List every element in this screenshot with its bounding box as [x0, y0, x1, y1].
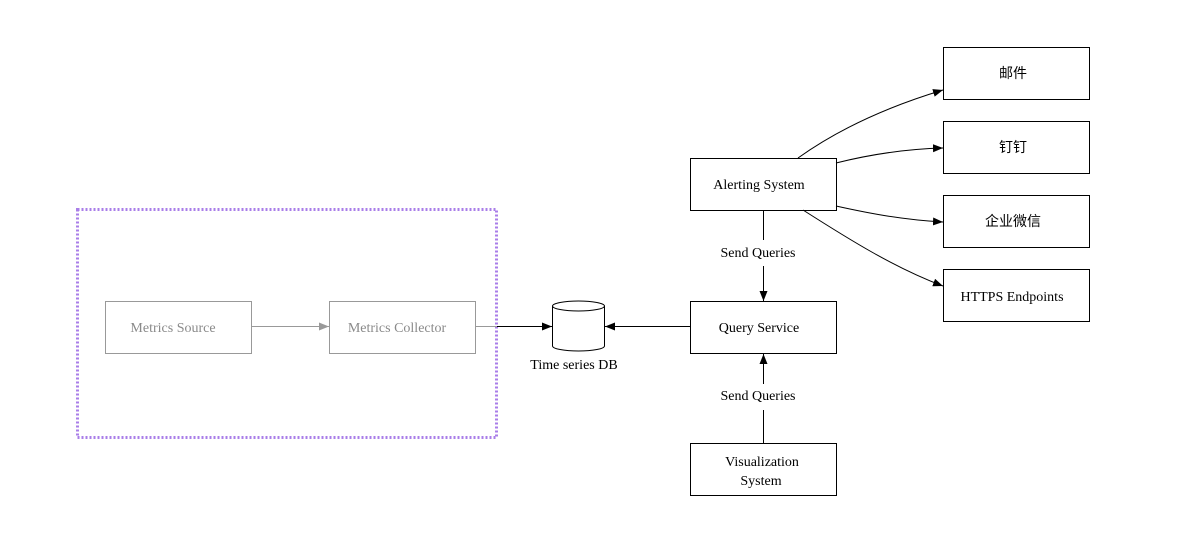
wecom-label: 企业微信: [985, 213, 1041, 230]
edge-label-visualization-query: Send Queries: [720, 389, 795, 404]
visualization-label-line2: System: [740, 474, 781, 489]
edge-alerting-to-https: [802, 209, 944, 287]
architecture-diagram: Metrics Source Metrics Collector Time se…: [76, 47, 1090, 496]
query-service-label: Query Service: [719, 321, 799, 336]
metrics-source-node[interactable]: Metrics Source: [105, 301, 252, 354]
metrics-source-label: Metrics Source: [130, 321, 215, 336]
edge-alerting-to-wecom: [835, 205, 944, 226]
alerting-system-node[interactable]: Alerting System: [690, 158, 837, 211]
alerting-system-label: Alerting System: [713, 178, 804, 193]
dingtalk-node[interactable]: 钉钉: [943, 121, 1090, 174]
tsdb-label: Time series DB: [530, 358, 617, 373]
edge-alerting-to-dingtalk: [835, 144, 944, 164]
tsdb-node[interactable]: Time series DB: [530, 300, 618, 373]
wecom-node[interactable]: 企业微信: [943, 195, 1090, 248]
metrics-collector-node[interactable]: Metrics Collector: [329, 301, 476, 354]
visualization-system-node[interactable]: Visualization System: [690, 443, 837, 496]
email-node[interactable]: 邮件: [943, 47, 1090, 100]
dingtalk-label: 钉钉: [999, 140, 1027, 156]
edge-alerting-to-email: [797, 89, 944, 159]
email-label: 邮件: [999, 66, 1027, 82]
https-endpoints-node[interactable]: HTTPS Endpoints: [943, 269, 1090, 322]
metrics-collector-label: Metrics Collector: [348, 321, 447, 336]
edge-label-alerting-query: Send Queries: [720, 246, 795, 261]
query-service-node[interactable]: Query Service: [690, 301, 837, 354]
https-endpoints-label: HTTPS Endpoints: [960, 290, 1063, 305]
visualization-label-line1: Visualization: [725, 455, 799, 470]
